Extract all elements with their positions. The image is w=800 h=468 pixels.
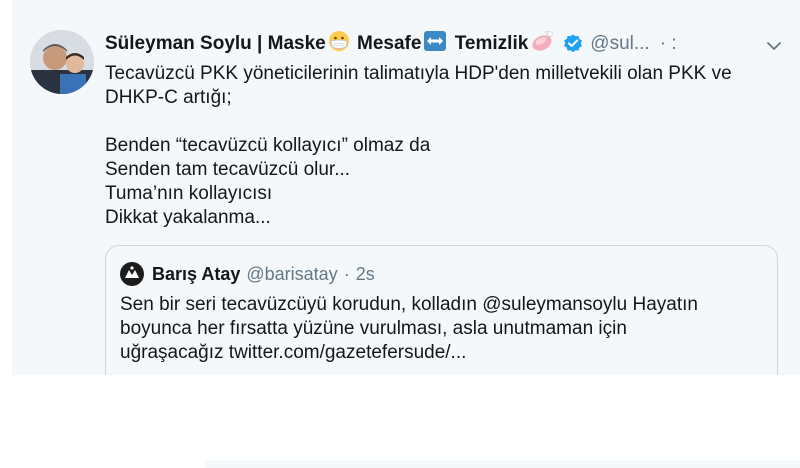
quoted-tweet-header: Barış Atay @barisatay · 2s bbox=[120, 262, 375, 286]
tweet-text-line: Tuma’nın kollayıcısı bbox=[105, 183, 273, 204]
author-name-part: Temizlik bbox=[449, 33, 529, 55]
left-right-arrow-emoji bbox=[423, 30, 447, 58]
tweet-header: Süleyman Soylu | Maske Mesafe Temizlik @… bbox=[105, 30, 780, 58]
quoted-author-name[interactable]: Barış Atay bbox=[152, 264, 240, 285]
tweet-card[interactable]: Süleyman Soylu | Maske Mesafe Temizlik @… bbox=[12, 0, 800, 375]
quoted-timestamp[interactable]: 2s bbox=[356, 264, 375, 285]
chevron-down-icon[interactable] bbox=[764, 36, 784, 61]
timestamp-separator: · : bbox=[659, 33, 677, 54]
author-avatar[interactable] bbox=[30, 30, 94, 94]
tweet-text-line: Dikkat yakalanma... bbox=[105, 207, 271, 228]
quoted-separator: · bbox=[343, 263, 350, 284]
quoted-author-handle[interactable]: @barisatay bbox=[246, 264, 337, 285]
author-handle[interactable]: @sul... bbox=[590, 33, 649, 55]
face-with-medical-mask-emoji bbox=[328, 30, 350, 58]
author-name-part: Mesafe bbox=[351, 33, 422, 55]
tweet-text: Tecavüzcü PKK yöneticilerinin talimatıyl… bbox=[105, 62, 785, 230]
tweet-text-line: DHKP-C artığı; bbox=[105, 87, 232, 108]
quoted-text-line: Sen bir seri tecavüzcüyü korudun, kollad… bbox=[120, 294, 698, 315]
bottom-strip bbox=[205, 460, 800, 468]
quoted-text-line: uğraşacağız twitter.com/gazetefersude/..… bbox=[120, 342, 467, 363]
quoted-text-line: boyunca her fırsatta yüzüne vurulması, a… bbox=[120, 318, 627, 339]
author-name[interactable]: Süleyman Soylu | Maske Mesafe Temizlik bbox=[105, 30, 556, 58]
quoted-tweet-text: Sen bir seri tecavüzcüyü korudun, kollad… bbox=[120, 293, 760, 365]
quoted-author-avatar[interactable] bbox=[120, 262, 144, 286]
tweet-text-line: Benden “tecavüzcü kollayıcı” olmaz da bbox=[105, 135, 431, 156]
verified-badge-icon bbox=[562, 33, 584, 55]
tweet-text-line: Tecavüzcü PKK yöneticilerinin talimatıyl… bbox=[105, 63, 732, 84]
quoted-tweet[interactable]: Barış Atay @barisatay · 2s Sen bir seri … bbox=[105, 245, 778, 375]
author-name-part: Süleyman Soylu | Maske bbox=[105, 33, 326, 55]
tweet-text-line: Senden tam tecavüzcü olur... bbox=[105, 159, 351, 180]
soap-emoji bbox=[530, 30, 554, 58]
